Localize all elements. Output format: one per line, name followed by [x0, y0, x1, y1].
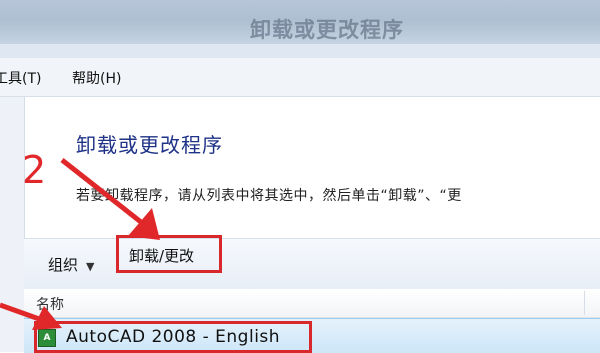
arrow-to-program-row [0, 302, 62, 330]
arrow-to-uninstall-button [60, 158, 160, 240]
annotation-arrows [0, 158, 160, 330]
